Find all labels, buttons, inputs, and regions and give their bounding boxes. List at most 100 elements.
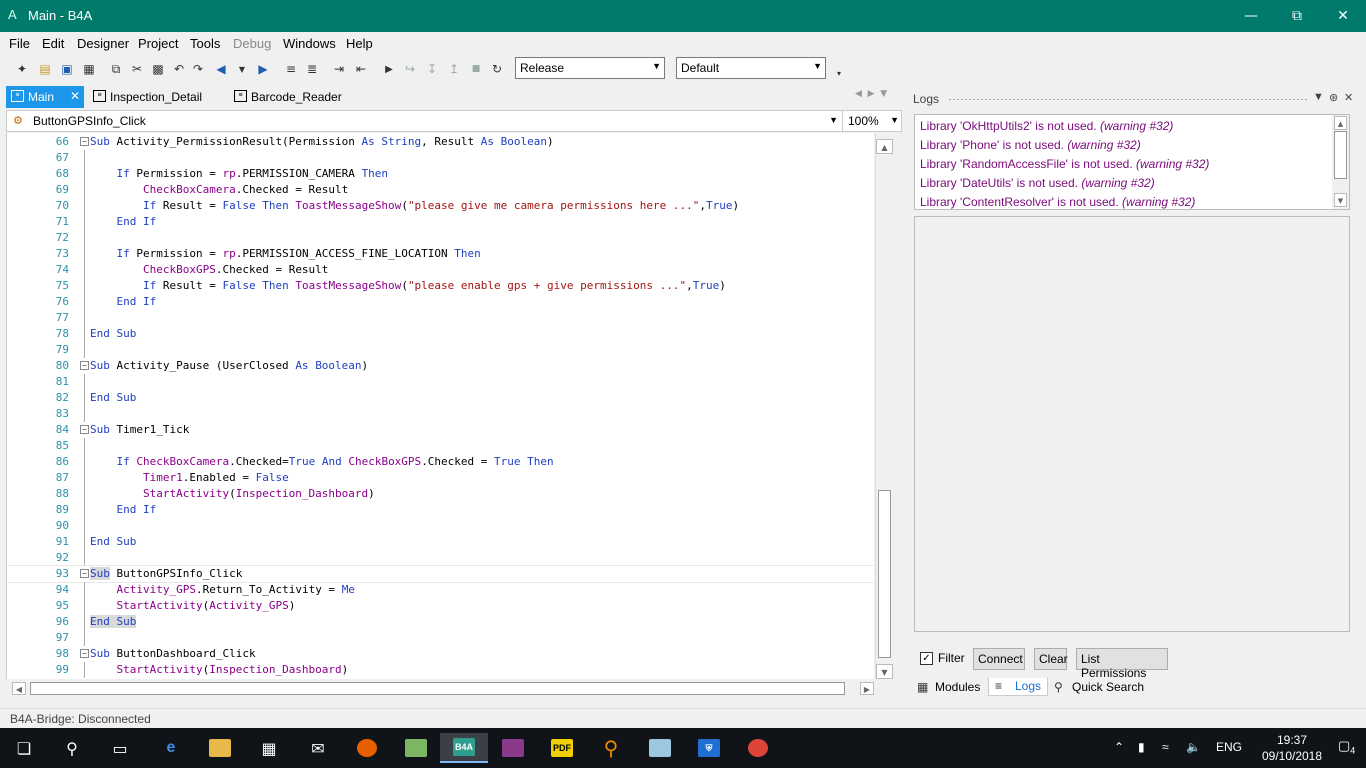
connect-button[interactable]: Connect bbox=[973, 648, 1025, 670]
code-line[interactable]: 79 bbox=[7, 342, 874, 358]
toolbar-overflow-icon[interactable]: ▾ bbox=[830, 64, 848, 82]
undo-icon[interactable]: ↶ bbox=[170, 60, 188, 78]
code-line[interactable]: 70 If Result = False Then ToastMessageSh… bbox=[7, 198, 874, 214]
code-line[interactable]: 84 − Sub Timer1_Tick bbox=[7, 422, 874, 438]
scroll-up-icon[interactable]: ▲ bbox=[1334, 116, 1347, 130]
tab-inspection-detail[interactable]: ≡ Inspection_Detail bbox=[88, 86, 218, 108]
chevron-up-icon[interactable]: ⌃ bbox=[1114, 740, 1124, 754]
tab-logs[interactable]: ≡ Logs bbox=[988, 678, 1049, 696]
log-entry[interactable]: Library 'DateUtils' is not used. (warnin… bbox=[920, 176, 1155, 190]
magnifier-app-icon[interactable]: ⚲ bbox=[587, 733, 635, 763]
log-entry[interactable]: Library 'ContentResolver' is not used. (… bbox=[920, 195, 1195, 209]
code-line[interactable]: 69 CheckBoxCamera.Checked = Result bbox=[7, 182, 874, 198]
menu-designer[interactable]: Designer bbox=[77, 36, 129, 51]
code-line[interactable]: 73 If Permission = rp.PERMISSION_ACCESS_… bbox=[7, 246, 874, 262]
maximize-button[interactable]: ⧉ bbox=[1274, 0, 1320, 32]
notes-app-icon[interactable] bbox=[636, 733, 684, 763]
code-line[interactable]: 88 StartActivity(Inspection_Dashboard) bbox=[7, 486, 874, 502]
menu-windows[interactable]: Windows bbox=[283, 36, 336, 51]
notifications-icon[interactable]: ▢4 bbox=[1338, 738, 1355, 756]
close-tab-icon[interactable]: ✕ bbox=[70, 89, 80, 103]
chrome-icon[interactable] bbox=[734, 733, 782, 763]
copy-icon[interactable]: ⧉ bbox=[107, 60, 125, 78]
fold-toggle-icon[interactable]: − bbox=[80, 649, 89, 658]
save-icon[interactable]: ▣ bbox=[58, 60, 76, 78]
scroll-down-icon[interactable]: ▼ bbox=[876, 664, 893, 679]
run-icon[interactable]: ▶ bbox=[380, 60, 398, 78]
menu-file[interactable]: File bbox=[9, 36, 30, 51]
edge-icon[interactable]: e bbox=[147, 733, 195, 763]
code-line[interactable]: 71 End If bbox=[7, 214, 874, 230]
scroll-thumb[interactable] bbox=[1334, 131, 1347, 179]
winrar-icon[interactable] bbox=[489, 733, 537, 763]
menu-tools[interactable]: Tools bbox=[190, 36, 220, 51]
file-explorer-icon[interactable] bbox=[196, 733, 244, 763]
code-line[interactable]: 74 CheckBoxGPS.Checked = Result bbox=[7, 262, 874, 278]
code-line[interactable]: 77 bbox=[7, 310, 874, 326]
fold-toggle-icon[interactable]: − bbox=[80, 361, 89, 370]
scroll-down-icon[interactable]: ▼ bbox=[1334, 193, 1347, 207]
redo-icon[interactable]: ↷ bbox=[189, 60, 207, 78]
fold-toggle-icon[interactable]: − bbox=[80, 425, 89, 434]
panel-menu-icon[interactable]: ▼ bbox=[1313, 91, 1324, 103]
close-button[interactable]: ✕ bbox=[1320, 0, 1366, 32]
scroll-thumb[interactable] bbox=[878, 490, 891, 658]
tab-modules[interactable]: ▦ Modules bbox=[915, 680, 980, 694]
scroll-right-icon[interactable]: ▶ bbox=[860, 682, 874, 695]
fold-toggle-icon[interactable]: − bbox=[80, 137, 89, 146]
mail-icon[interactable]: ✉ bbox=[294, 733, 342, 763]
code-line[interactable]: 98 − Sub ButtonDashboard_Click bbox=[7, 646, 874, 662]
clear-button[interactable]: Clear bbox=[1034, 648, 1068, 670]
code-line[interactable]: 99 StartActivity(Inspection_Dashboard) bbox=[7, 662, 874, 678]
restart-icon[interactable]: ↻ bbox=[488, 60, 506, 78]
code-line[interactable]: 89 End If bbox=[7, 502, 874, 518]
code-line[interactable]: 95 StartActivity(Activity_GPS) bbox=[7, 598, 874, 614]
logs-scrollbar[interactable]: ▲ ▼ bbox=[1332, 115, 1349, 209]
paste-icon[interactable]: ▩ bbox=[149, 60, 167, 78]
code-line[interactable]: 68 If Permission = rp.PERMISSION_CAMERA … bbox=[7, 166, 874, 182]
menu-project[interactable]: Project bbox=[138, 36, 178, 51]
logs-list[interactable]: Library 'OkHttpUtils2' is not used. (war… bbox=[914, 114, 1350, 210]
battery-icon[interactable]: ▮ bbox=[1138, 740, 1145, 754]
device-config-select[interactable]: Default ▼ bbox=[676, 57, 826, 79]
code-line[interactable]: 67 bbox=[7, 150, 874, 166]
code-line[interactable]: 75 If Result = False Then ToastMessageSh… bbox=[7, 278, 874, 294]
code-horizontal-scrollbar[interactable]: ◀ ▶ bbox=[6, 680, 875, 697]
tab-scroll-controls[interactable]: ◀ ▶ ▼ bbox=[855, 89, 887, 99]
menu-help[interactable]: Help bbox=[346, 36, 373, 51]
minimize-button[interactable]: — bbox=[1228, 0, 1274, 32]
back-dropdown-icon[interactable]: ▼ bbox=[233, 60, 251, 78]
tab-barcode-reader[interactable]: ≡ Barcode_Reader bbox=[229, 86, 349, 108]
wifi-icon[interactable]: ≈ bbox=[1162, 740, 1169, 754]
code-line[interactable]: 78 End Sub bbox=[7, 326, 874, 342]
log-entry[interactable]: Library 'Phone' is not used. (warning #3… bbox=[920, 138, 1141, 152]
code-line[interactable]: 82 End Sub bbox=[7, 390, 874, 406]
code-line[interactable]: 96 End Sub bbox=[7, 614, 874, 630]
notepad-icon[interactable] bbox=[392, 733, 440, 763]
fold-toggle-icon[interactable]: − bbox=[80, 569, 89, 578]
code-line[interactable]: 76 End If bbox=[7, 294, 874, 310]
code-line[interactable]: 92 bbox=[7, 550, 874, 566]
code-line[interactable]: 85 bbox=[7, 438, 874, 454]
store-icon[interactable]: ▦ bbox=[245, 733, 293, 763]
cut-icon[interactable]: ✂ bbox=[128, 60, 146, 78]
clock[interactable]: 19:37 09/10/2018 bbox=[1256, 732, 1328, 764]
scroll-left-icon[interactable]: ◀ bbox=[12, 682, 26, 695]
language-indicator[interactable]: ENG bbox=[1216, 740, 1242, 754]
navigate-forward-icon[interactable]: ▶ bbox=[254, 60, 272, 78]
code-line[interactable]: 94 Activity_GPS.Return_To_Activity = Me bbox=[7, 582, 874, 598]
pin-icon[interactable]: ⊛ bbox=[1329, 91, 1338, 104]
defender-icon[interactable]: ⛨ bbox=[685, 733, 733, 763]
log-entry[interactable]: Library 'OkHttpUtils2' is not used. (war… bbox=[920, 119, 1173, 133]
volume-icon[interactable]: 🔈 bbox=[1186, 740, 1201, 754]
code-line[interactable]: 87 Timer1.Enabled = False bbox=[7, 470, 874, 486]
list-permissions-button[interactable]: List Permissions bbox=[1076, 648, 1168, 680]
b4a-app-icon[interactable]: B4A bbox=[440, 733, 488, 763]
task-view-icon[interactable]: ▭ bbox=[96, 733, 144, 763]
code-line[interactable]: 93 − Sub ButtonGPSInfo_Click bbox=[7, 565, 874, 583]
save-all-icon[interactable]: ▦ bbox=[80, 60, 98, 78]
tab-main[interactable]: ≡ Main ✕ bbox=[6, 86, 84, 108]
code-line[interactable]: 91 End Sub bbox=[7, 534, 874, 550]
code-line[interactable]: 80 − Sub Activity_Pause (UserClosed As Boo… bbox=[7, 358, 874, 374]
zoom-select[interactable]: 100% ▼ bbox=[842, 111, 902, 131]
